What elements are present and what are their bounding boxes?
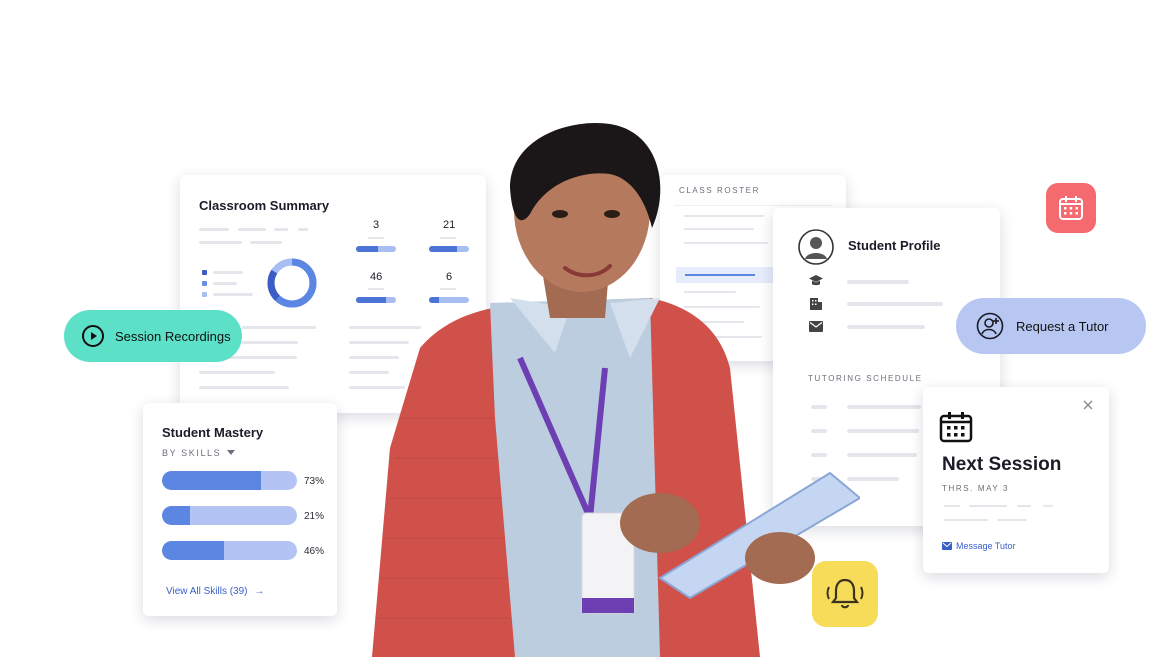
view-all-skills-label: View All Skills (39) — [166, 586, 248, 597]
skills-filter-dropdown[interactable]: BY SKILLS — [162, 448, 236, 458]
placeholder-line — [199, 241, 242, 244]
skill-progress-bar — [162, 506, 297, 525]
teacher-photo — [372, 122, 860, 657]
legend-dot — [202, 270, 207, 275]
session-recordings-label: Session Recordings — [115, 328, 231, 344]
classroom-summary-title: Classroom Summary — [199, 198, 330, 213]
legend-dot — [202, 292, 207, 297]
placeholder-line — [1017, 505, 1031, 507]
student-mastery-card: Student Mastery BY SKILLS 73% 21% 46% Vi… — [143, 403, 337, 616]
next-session-title: Next Session — [942, 454, 1062, 475]
request-tutor-label: Request a Tutor — [1016, 318, 1109, 334]
donut-chart — [267, 258, 317, 308]
placeholder-line — [238, 228, 266, 231]
mail-icon — [942, 542, 952, 550]
student-mastery-title: Student Mastery — [162, 425, 264, 440]
skill-percent: 46% — [304, 546, 325, 557]
legend-line — [213, 271, 243, 274]
view-all-skills-link[interactable]: View All Skills (39) → — [166, 586, 264, 597]
next-session-date: THRS. MAY 3 — [942, 484, 1010, 493]
message-tutor-link[interactable]: Message Tutor — [942, 541, 1016, 551]
skill-progress-bar — [162, 471, 297, 490]
placeholder-line — [250, 241, 282, 244]
placeholder-line — [199, 371, 275, 374]
placeholder-line — [1043, 505, 1053, 507]
session-recordings-button[interactable]: Session Recordings — [64, 310, 242, 362]
notification-button[interactable] — [812, 561, 878, 627]
placeholder-line — [199, 386, 289, 389]
skill-percent: 73% — [304, 476, 325, 487]
skill-progress-bar — [162, 541, 297, 560]
placeholder-line — [944, 519, 988, 521]
request-tutor-button[interactable]: Request a Tutor — [956, 298, 1146, 354]
placeholder-line — [274, 228, 288, 231]
calendar-icon — [939, 412, 973, 443]
next-session-card: Next Session THRS. MAY 3 Message Tutor — [923, 387, 1109, 573]
placeholder-line — [997, 519, 1027, 521]
message-tutor-label: Message Tutor — [956, 541, 1016, 551]
legend-line — [213, 282, 237, 285]
skills-filter-label: BY SKILLS — [162, 448, 222, 458]
student-profile-title: Student Profile — [848, 238, 941, 253]
calendar-icon — [1059, 196, 1083, 220]
placeholder-line — [969, 505, 1007, 507]
calendar-button[interactable] — [1046, 183, 1096, 233]
play-circle-icon — [82, 325, 104, 347]
placeholder-line — [944, 505, 960, 507]
placeholder-line — [298, 228, 308, 231]
profile-detail-line — [847, 302, 943, 306]
legend-dot — [202, 281, 207, 286]
arrow-right-icon: → — [254, 586, 265, 597]
person-add-icon — [976, 312, 1004, 340]
placeholder-line — [242, 341, 298, 344]
legend-line — [213, 293, 253, 296]
close-icon[interactable] — [1081, 398, 1095, 412]
placeholder-line — [199, 228, 229, 231]
placeholder-line — [242, 326, 316, 329]
bell-ringing-icon — [826, 578, 864, 609]
skill-percent: 21% — [304, 511, 325, 522]
caret-down-icon — [227, 450, 236, 455]
